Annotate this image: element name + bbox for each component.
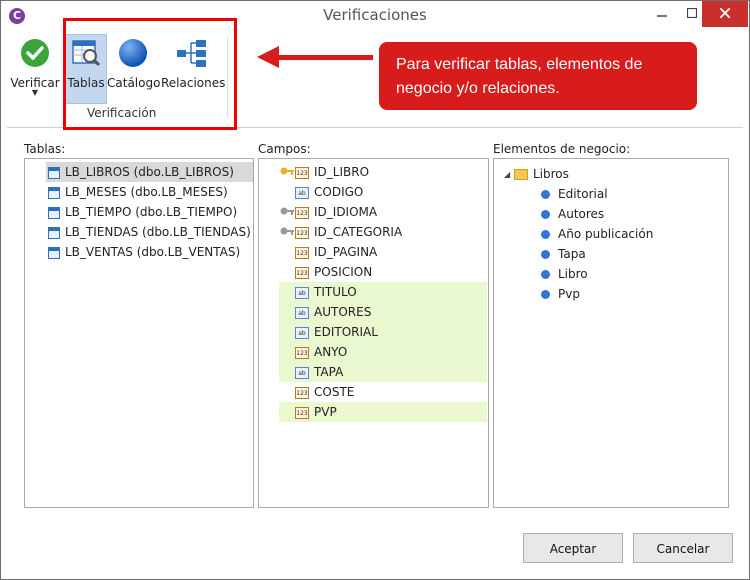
field-row-label: ID_CATEGORIA: [314, 225, 403, 239]
tree-item[interactable]: Año publicación: [541, 224, 653, 244]
field-row-label: ID_IDIOMA: [314, 205, 378, 219]
tree-item[interactable]: Libro: [541, 264, 588, 284]
field-row-label: ID_PAGINA: [314, 245, 378, 259]
field-row[interactable]: 123 PVP: [279, 402, 487, 422]
business-element-icon: [541, 250, 550, 259]
field-row-label: EDITORIAL: [314, 325, 378, 339]
business-element-icon: [541, 290, 550, 299]
text-type-icon: ab: [295, 306, 309, 319]
expand-arrow-icon[interactable]: ◢: [504, 165, 514, 185]
text-type-icon: ab: [295, 286, 309, 299]
tree-item[interactable]: Pvp: [541, 284, 580, 304]
field-row[interactable]: 123 POSICION: [279, 262, 487, 282]
business-element-icon: [541, 190, 550, 199]
maximize-icon: [686, 7, 698, 19]
table-row-label: LB_TIENDAS (dbo.LB_TIENDAS): [65, 225, 251, 239]
business-element-icon: [541, 270, 550, 279]
foreign-key-icon: [279, 223, 295, 243]
tree-item-label: Año publicación: [558, 227, 654, 241]
primary-key-icon: [279, 163, 295, 183]
field-row-label: POSICION: [314, 265, 373, 279]
table-row[interactable]: LB_MESES (dbo.LB_MESES): [46, 182, 253, 202]
text-type-icon: ab: [295, 326, 309, 339]
table-row-label: LB_VENTAS (dbo.LB_VENTAS): [65, 245, 241, 259]
elementos-label: Elementos de negocio:: [493, 142, 631, 156]
tree-item-label: Autores: [558, 207, 605, 221]
field-row[interactable]: 123 ID_CATEGORIA: [279, 222, 487, 242]
minimize-button[interactable]: [647, 1, 677, 27]
checkmark-icon: [21, 39, 49, 67]
field-row-label: COSTE: [314, 385, 355, 399]
table-row-label: LB_TIEMPO (dbo.LB_TIEMPO): [65, 205, 238, 219]
tree-item-label: Pvp: [558, 287, 580, 301]
numeric-type-icon: 123: [295, 226, 309, 239]
tree-item-label: Tapa: [558, 247, 586, 261]
table-row[interactable]: LB_TIENDAS (dbo.LB_TIENDAS): [46, 222, 253, 242]
tree-item[interactable]: Editorial: [541, 184, 608, 204]
numeric-type-icon: 123: [295, 266, 309, 279]
numeric-type-icon: 123: [295, 246, 309, 259]
folder-icon: [514, 169, 528, 180]
annotation-highlight-box: [63, 18, 237, 130]
field-row[interactable]: ab EDITORIAL: [279, 322, 487, 342]
campos-list[interactable]: 123 ID_LIBROab CODIGO 123 ID_IDIOMA 123 ID_CAT…: [258, 158, 489, 508]
text-type-icon: ab: [295, 366, 309, 379]
table-icon: [48, 226, 60, 239]
business-element-icon: [541, 210, 550, 219]
annotation-arrow-line: [277, 55, 373, 60]
field-row-label: ID_LIBRO: [314, 165, 370, 179]
numeric-type-icon: 123: [295, 206, 309, 219]
close-icon: [719, 7, 731, 19]
field-row[interactable]: 123 COSTE: [279, 382, 487, 402]
annotation-callout: Para verificar tablas, elementos de nego…: [379, 42, 697, 110]
table-icon: [48, 186, 60, 199]
numeric-type-icon: 123: [295, 166, 309, 179]
field-row[interactable]: ab AUTORES: [279, 302, 487, 322]
table-row-label: LB_LIBROS (dbo.LB_LIBROS): [65, 165, 234, 179]
tree-item-label: Libro: [558, 267, 588, 281]
tree-root-libros[interactable]: ◢ Libros: [504, 164, 569, 184]
close-button[interactable]: [702, 1, 748, 27]
campos-label: Campos:: [258, 142, 311, 156]
table-row[interactable]: LB_TIEMPO (dbo.LB_TIEMPO): [46, 202, 253, 222]
field-row[interactable]: ab TITULO: [279, 282, 487, 302]
elementos-tree[interactable]: ◢ Libros Editorial Autores Año publicación Ta…: [493, 158, 729, 508]
field-row-label: CODIGO: [314, 185, 364, 199]
tree-item[interactable]: Tapa: [541, 244, 586, 264]
field-row-label: TITULO: [314, 285, 357, 299]
field-row[interactable]: ab TAPA: [279, 362, 487, 382]
field-row-label: PVP: [314, 405, 337, 419]
tablas-list[interactable]: LB_LIBROS (dbo.LB_LIBROS) LB_MESES (dbo.L…: [24, 158, 254, 508]
field-row[interactable]: 123 ID_LIBRO: [279, 162, 487, 182]
verificaciones-dialog: C Verificaciones Verificar ▼ Tablas Catá…: [0, 0, 750, 580]
numeric-type-icon: 123: [295, 386, 309, 399]
table-icon: [48, 246, 60, 259]
table-icon: [48, 206, 60, 219]
tablas-label: Tablas:: [24, 142, 66, 156]
numeric-type-icon: 123: [295, 406, 309, 419]
tree-root-label: Libros: [533, 167, 569, 181]
field-row-label: TAPA: [314, 365, 344, 379]
minimize-icon: [657, 15, 667, 17]
field-row[interactable]: 123 ID_IDIOMA: [279, 202, 487, 222]
field-row[interactable]: 123 ID_PAGINA: [279, 242, 487, 262]
table-row[interactable]: LB_LIBROS (dbo.LB_LIBROS): [46, 162, 253, 182]
numeric-type-icon: 123: [295, 346, 309, 359]
foreign-key-icon: [279, 203, 295, 223]
aceptar-button[interactable]: Aceptar: [523, 533, 623, 563]
field-row[interactable]: ab CODIGO: [279, 182, 487, 202]
text-type-icon: ab: [295, 186, 309, 199]
table-row-label: LB_MESES (dbo.LB_MESES): [65, 185, 228, 199]
verificar-button[interactable]: Verificar ▼: [9, 35, 61, 97]
table-row[interactable]: LB_VENTAS (dbo.LB_VENTAS): [46, 242, 253, 262]
field-row[interactable]: 123 ANYO: [279, 342, 487, 362]
field-row-label: ANYO: [314, 345, 348, 359]
tree-item[interactable]: Autores: [541, 204, 604, 224]
field-row-label: AUTORES: [314, 305, 372, 319]
business-element-icon: [541, 230, 550, 239]
table-icon: [48, 166, 60, 179]
cancelar-button[interactable]: Cancelar: [633, 533, 733, 563]
tree-item-label: Editorial: [558, 187, 608, 201]
annotation-arrow-icon: [257, 46, 279, 68]
